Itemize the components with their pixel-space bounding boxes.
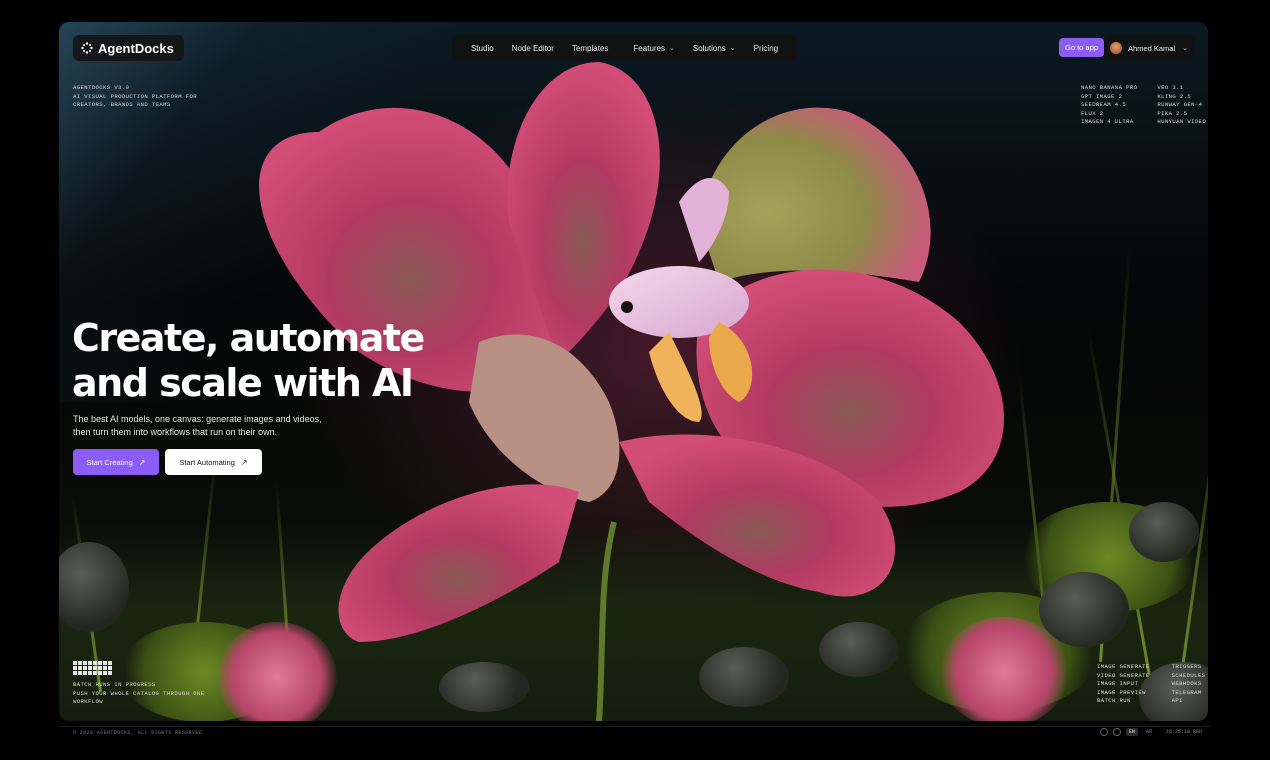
hero-subtitle-line: The best AI models, one canvas: generate… xyxy=(73,414,322,424)
image-models-list: NANO BANANA PRO GPT IMAGE 2 SEEDREAM 4.5… xyxy=(1081,84,1137,127)
avatar xyxy=(1110,42,1122,54)
flower-stem xyxy=(596,521,617,721)
capability-item: IMAGE GENERATE xyxy=(1097,663,1150,670)
hero-title-line: Create, automate xyxy=(72,316,425,360)
nav-item-label: Solutions xyxy=(692,43,726,53)
nav-item-label: Pricing xyxy=(753,43,779,53)
petal xyxy=(699,107,931,283)
capability-item: BATCH RUN xyxy=(1097,697,1131,705)
hero-subtitle-line: then turn them into workflows that run o… xyxy=(73,427,278,437)
model-name: PIKA 2.5 xyxy=(1157,109,1188,117)
arrow-up-right-icon: ↗ xyxy=(138,457,146,467)
nav-item-node-editor[interactable]: Node Editor xyxy=(503,44,563,53)
model-name: RUNWAY GEN-4 xyxy=(1157,101,1203,109)
footer-controls: EN AR 16:25:18 RGD xyxy=(1100,728,1202,736)
model-name: GPT IMAGE 2 xyxy=(1081,92,1123,100)
petal xyxy=(469,334,620,502)
nav-item-solutions[interactable]: Solutions ⌄ xyxy=(684,44,745,53)
clock-readout: 16:25:18 RGD xyxy=(1166,729,1203,735)
nav-item-label: Studio xyxy=(471,43,494,53)
sparkle-dots-icon xyxy=(81,42,93,54)
chevron-down-icon: ⌄ xyxy=(729,45,736,52)
theme-toggle-icon[interactable] xyxy=(1100,728,1108,736)
chevron-down-icon: ⌄ xyxy=(1182,45,1188,52)
meta-version: AGENTDOCKS V3.0 xyxy=(73,84,130,91)
capability-item: IMAGE INPUT xyxy=(1097,680,1139,688)
video-models-list: VEO 3.1 KLING 2.5 RUNWAY GEN-4 PIKA 2.5 … xyxy=(1157,84,1206,127)
capability-item: TRIGGERS xyxy=(1171,663,1202,670)
chevron-down-icon: ⌄ xyxy=(668,45,675,52)
capability-item: TELEGRAM xyxy=(1171,688,1202,696)
supported-models: NANO BANANA PRO GPT IMAGE 2 SEEDREAM 4.5… xyxy=(1081,84,1206,127)
start-creating-button[interactable]: Start Creating ↗ xyxy=(73,449,159,475)
main-nav: Studio Node Editor Templates Features ⌄ S… xyxy=(452,35,798,61)
user-name: Ahmed Kamal xyxy=(1128,43,1176,53)
model-name: FLUX 2 xyxy=(1081,109,1104,117)
capabilities-list: IMAGE GENERATE VIDEO GENERATE IMAGE INPU… xyxy=(1097,663,1205,706)
platform-meta: AGENTDOCKS V3.0 AI VISUAL PRODUCTION PLA… xyxy=(73,84,197,110)
nav-item-pricing[interactable]: Pricing xyxy=(745,44,787,53)
arrow-up-right-icon: ↗ xyxy=(240,457,248,467)
model-name: NANO BANANA PRO xyxy=(1081,84,1138,91)
batch-status-line: WORKFLOW xyxy=(73,698,104,706)
language-en[interactable]: EN xyxy=(1126,728,1139,736)
batch-status: BATCH RUNS IN PROGRESS PUSH YOUR WHOLE C… xyxy=(73,681,205,707)
nav-item-label: Node Editor xyxy=(511,43,554,53)
model-name: KLING 2.5 xyxy=(1157,92,1192,100)
brand-name: AgentDocks xyxy=(98,40,174,56)
model-name: IMAGEN 4 ULTRA xyxy=(1081,118,1134,126)
hero-subtitle: The best AI models, one canvas: generate… xyxy=(73,413,333,439)
capability-item: API xyxy=(1171,697,1183,705)
nav-item-label: Templates xyxy=(571,43,609,53)
batch-status-line: PUSH YOUR WHOLE CATALOG THROUGH ONE xyxy=(73,689,205,697)
start-automating-button[interactable]: Start Automating ↗ xyxy=(165,449,262,475)
footer-bar xyxy=(59,726,1211,740)
meta-tagline: CREATORS, BRANDS AND TEAMS xyxy=(73,101,171,109)
batch-progress-grid-icon xyxy=(73,661,112,675)
hero-title-line: and scale with AI xyxy=(72,361,414,405)
automation-capabilities: TRIGGERS SCHEDULES WEBHOOKS TELEGRAM API xyxy=(1172,663,1206,706)
batch-status-line: BATCH RUNS IN PROGRESS xyxy=(73,681,156,688)
copyright: © 2026 AGENTDOCKS, ALL RIGHTS RESERVED xyxy=(73,730,203,736)
button-label: Start Creating xyxy=(86,457,133,467)
button-label: Start Automating xyxy=(179,457,235,467)
capability-item: IMAGE PREVIEW xyxy=(1097,688,1146,696)
settings-icon[interactable] xyxy=(1113,728,1121,736)
capability-item: VIDEO GENERATE xyxy=(1097,671,1150,679)
nav-item-studio[interactable]: Studio xyxy=(462,44,503,53)
language-ar[interactable]: AR xyxy=(1143,728,1155,736)
hero-title: Create, automate and scale with AI xyxy=(72,316,432,406)
model-name: SEEDREAM 4.5 xyxy=(1081,101,1127,109)
nav-item-templates[interactable]: Templates xyxy=(563,44,617,53)
meta-tagline: AI VISUAL PRODUCTION PLATFORM FOR xyxy=(73,92,197,100)
model-name: VEO 3.1 xyxy=(1157,84,1184,91)
user-menu[interactable]: Ahmed Kamal ⌄ xyxy=(1104,35,1194,61)
nav-item-features[interactable]: Features ⌄ xyxy=(617,44,683,53)
capability-item: WEBHOOKS xyxy=(1171,680,1202,688)
go-to-app-button[interactable]: Go to app xyxy=(1059,38,1104,57)
node-capabilities: IMAGE GENERATE VIDEO GENERATE IMAGE INPU… xyxy=(1097,663,1150,706)
capability-item: SCHEDULES xyxy=(1171,671,1206,679)
nav-item-label: Features xyxy=(633,43,665,53)
petal xyxy=(338,484,579,642)
brand-logo[interactable]: AgentDocks xyxy=(73,35,184,61)
model-name: HUNYUAN VIDEO xyxy=(1157,118,1207,126)
